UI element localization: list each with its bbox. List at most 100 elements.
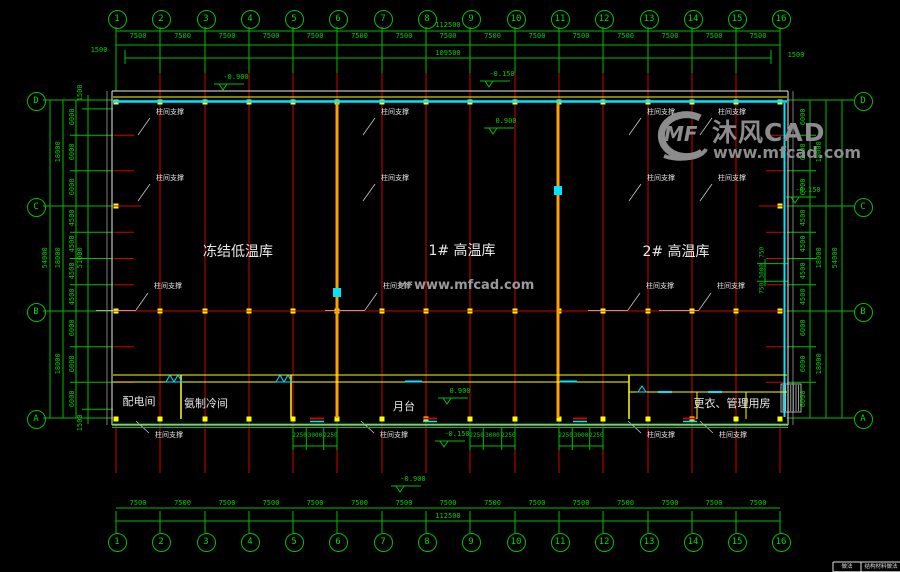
grid-bubble-bottom: 3	[197, 533, 216, 552]
grid-bubble-bottom: 2	[152, 533, 171, 552]
grid-bubble-right: D	[854, 92, 873, 111]
segment-dim-left: 6000	[69, 343, 77, 383]
bracing-label: 柱间支撑	[644, 109, 678, 117]
span-dim-right: 18000	[816, 343, 824, 383]
interior-walls	[113, 103, 787, 419]
leader-line	[136, 293, 148, 310]
leader-line	[138, 184, 150, 201]
grid-bubble-bottom: 6	[329, 533, 348, 552]
column-marker	[203, 417, 208, 422]
grid-bubble-right: B	[854, 303, 873, 322]
bay-dim-top: 7500	[515, 33, 559, 41]
door-mark	[333, 288, 341, 297]
bay-dim-top: 7500	[604, 33, 648, 41]
door-swing-icon	[276, 375, 284, 382]
grid-bubble-bottom: 16	[772, 533, 791, 552]
grid-bubble-top: 14	[684, 10, 703, 29]
door-dim: 2250	[585, 433, 607, 440]
grid-bubble-bottom: 1	[108, 533, 127, 552]
bay-dim-bottom: 7500	[692, 500, 736, 508]
bracing-label: 柱间支撑	[151, 283, 185, 291]
elevation-text: -0.900	[218, 74, 254, 82]
bay-dim-bottom: 7500	[382, 500, 426, 508]
dim-total-height-left: 54000	[42, 236, 50, 280]
dim-offset-left-top: 1500	[77, 73, 85, 113]
grid-bubble-top: 16	[772, 10, 791, 29]
bay-dim-bottom: 7500	[293, 500, 337, 508]
elevation-text: -0.150	[484, 71, 520, 79]
grid-bubble-top: 6	[329, 10, 348, 29]
dim-total-width-top: 112500	[418, 22, 478, 30]
grid-bubble-top: 2	[152, 10, 171, 29]
room-label-ammonia: 氨制冷间	[156, 395, 256, 411]
segment-dim-left: 6000	[69, 308, 77, 348]
title-block-cell-2: 结构材料做法	[862, 564, 900, 570]
bay-dim-top: 7500	[648, 33, 692, 41]
bracing-label: 柱间支撑	[153, 175, 187, 183]
bracing-label: 柱间支撑	[153, 109, 187, 117]
grid-bubble-top: 5	[285, 10, 304, 29]
grid-bubble-top: 11	[551, 10, 570, 29]
bay-dim-top: 7500	[161, 33, 205, 41]
bracing-label: 柱间支撑	[643, 283, 677, 291]
leader-line	[363, 118, 375, 135]
column-marker	[468, 417, 473, 422]
dim-offset-top-right: 1500	[783, 52, 809, 60]
grid-bubble-left: B	[27, 303, 46, 322]
watermark-url: www.mfcad.com	[713, 143, 861, 162]
grid-bubble-left: C	[27, 198, 46, 217]
leader-line	[700, 184, 712, 201]
bay-dim-bottom: 7500	[249, 500, 293, 508]
bay-dim-bottom: 7500	[559, 500, 603, 508]
dim-inner-width-top: 109500	[418, 50, 478, 58]
elevation-triangle-icon	[489, 128, 497, 134]
dim-inner-height-left: 51000	[77, 236, 85, 280]
room-label-high-temp-2: 2# 高温库	[616, 241, 736, 261]
grid-bubble-top: 10	[507, 10, 526, 29]
watermark-center-url: www.mfcad.com	[414, 278, 534, 293]
segment-dim-right: 6000	[800, 308, 808, 348]
leader-line	[628, 293, 640, 310]
span-dim-left: 18000	[55, 343, 63, 383]
room-label-admin: 更衣、管理用房	[662, 395, 802, 411]
bay-dim-top: 7500	[559, 33, 603, 41]
leader-line	[365, 293, 377, 310]
bay-dim-top: 7500	[293, 33, 337, 41]
bay-dim-top: 7500	[736, 33, 780, 41]
leader-line	[138, 118, 150, 135]
grid-bubble-bottom: 12	[595, 533, 614, 552]
bay-dim-bottom: 7500	[161, 500, 205, 508]
bay-dim-top: 7500	[382, 33, 426, 41]
span-dim-left: 18000	[55, 132, 63, 172]
column-marker	[734, 417, 739, 422]
segment-dim-left: 6000	[69, 96, 77, 136]
dim-offset-top-left: 1500	[86, 47, 112, 55]
leader-line	[363, 184, 375, 201]
elevation-triangle-icon	[791, 197, 799, 203]
bay-dim-bottom: 7500	[736, 500, 780, 508]
elevation-triangle-icon	[396, 486, 404, 492]
room-label-platform: 月台	[374, 398, 434, 414]
column-marker	[513, 417, 518, 422]
elevation-triangle-icon	[485, 81, 493, 87]
bracing-label: 柱间支撑	[378, 175, 412, 183]
leader-line	[700, 118, 712, 135]
elevation-text: -0.150	[439, 431, 475, 439]
leader-line	[629, 118, 641, 135]
cad-floor-plan: 1175007500227500750033750075004475007500…	[0, 0, 900, 572]
bracing-label: 柱间支撑	[644, 175, 678, 183]
room-label-high-temp-1: 1# 高温库	[402, 240, 522, 260]
bracing-label: 柱间支撑	[377, 432, 411, 440]
dim-total-width-bottom: 112500	[418, 513, 478, 521]
room-label-freezer: 冻结低温库	[178, 241, 298, 261]
grid-bubble-bottom: 7	[374, 533, 393, 552]
bay-dim-bottom: 7500	[426, 500, 470, 508]
leader-line	[699, 293, 711, 310]
grid-bubble-bottom: 13	[640, 533, 659, 552]
door-swing-icon	[166, 375, 174, 382]
grid-bubble-bottom: 10	[507, 533, 526, 552]
segment-dim-left: 6000	[69, 132, 77, 172]
bay-dim-top: 7500	[205, 33, 249, 41]
column-marker	[601, 417, 606, 422]
column-marker	[114, 417, 119, 422]
